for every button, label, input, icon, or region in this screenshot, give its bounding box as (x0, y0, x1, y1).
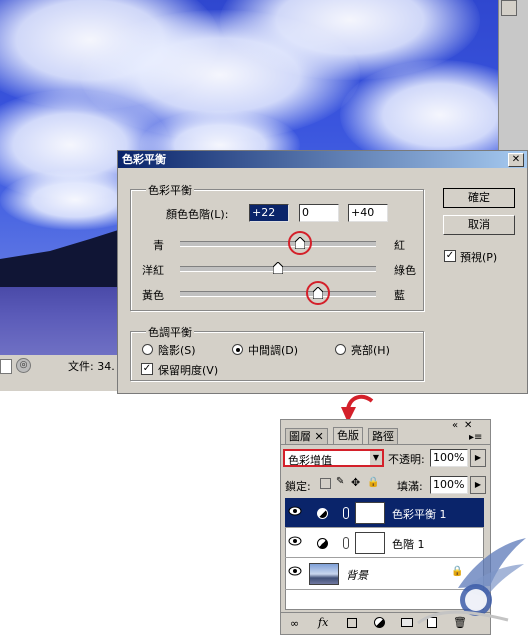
highlights-radio[interactable] (335, 344, 346, 355)
cancel-button[interactable]: 取消 (443, 215, 515, 235)
color-balance-dialog: 色彩平衡 ✕ 色彩平衡 顏色色階(L): +22 0 +40 青 紅 洋紅 綠色… (117, 150, 528, 394)
tab-paths[interactable]: 路徑 (368, 428, 398, 444)
tone-balance-group-label: 色調平衡 (146, 324, 194, 340)
watermark-logo (417, 538, 526, 625)
adjustment-layer-icon (317, 508, 328, 519)
tab-channels[interactable]: 色版 (333, 427, 363, 444)
scroll-thumb[interactable] (501, 0, 517, 16)
slider-magenta-label: 洋紅 (142, 264, 164, 277)
level-cyan-red-field[interactable]: +22 (249, 204, 289, 222)
magenta-green-slider-thumb[interactable] (273, 262, 283, 274)
visibility-eye-icon[interactable] (288, 536, 302, 546)
blend-mode-value: 色彩增值 (288, 454, 332, 467)
level-yellow-blue-field[interactable]: +40 (348, 204, 388, 222)
highlights-label: 亮部(H) (351, 344, 390, 357)
slider-red-label: 紅 (394, 239, 405, 252)
shadows-label: 陰影(S) (158, 344, 196, 357)
level-magenta-green-field[interactable]: 0 (299, 204, 339, 222)
layer-mask-thumbnail[interactable] (355, 502, 385, 524)
lock-position-icon[interactable]: ✥ (351, 476, 360, 489)
status-text: 文件: 34. (68, 360, 115, 373)
preview-label: 預視(P) (460, 251, 498, 264)
tab-layers[interactable]: 圖層 ✕ (285, 428, 328, 444)
mask-icon[interactable] (347, 618, 357, 628)
fill-label: 填滿: (397, 480, 423, 493)
link-icon (343, 507, 349, 519)
panel-collapse-icon[interactable]: « (452, 420, 458, 431)
opacity-field[interactable]: 100% (430, 449, 468, 467)
layer-mask-thumbnail[interactable] (355, 532, 385, 554)
highlight-ring-3 (306, 281, 330, 305)
midtones-radio[interactable] (232, 344, 243, 355)
preserve-luminosity-label: 保留明度(V) (158, 364, 219, 377)
layer-name[interactable]: 色彩平衡 1 (392, 506, 447, 522)
slider-green-label: 綠色 (394, 264, 416, 277)
layer-row-color-balance[interactable]: 色彩平衡 1 (285, 498, 484, 528)
adjustment-layer-icon (317, 538, 328, 549)
layer-thumbnail[interactable] (309, 563, 339, 585)
color-balance-group-label: 色彩平衡 (146, 182, 194, 198)
tab-divider (281, 444, 490, 445)
panel-close-icon[interactable]: ✕ (464, 420, 472, 431)
lock-all-icon[interactable]: 🔒 (367, 477, 379, 488)
chevron-down-icon[interactable]: ▼ (370, 451, 382, 465)
yellow-blue-slider[interactable] (180, 291, 376, 297)
fx-icon[interactable]: fx (318, 616, 328, 629)
adjustment-icon[interactable] (374, 617, 385, 628)
cyan-red-slider[interactable] (180, 241, 376, 247)
fill-field[interactable]: 100% (430, 476, 468, 494)
visibility-eye-icon[interactable] (288, 506, 302, 516)
preview-checkbox[interactable]: ✓ (444, 250, 456, 262)
layer-name[interactable]: 背景 (346, 567, 368, 583)
preserve-luminosity-checkbox[interactable]: ✓ (141, 363, 153, 375)
shadows-radio[interactable] (142, 344, 153, 355)
dialog-title: 色彩平衡 (118, 151, 527, 168)
fill-arrow-icon[interactable]: ▶ (470, 476, 486, 494)
opacity-label: 不透明: (388, 453, 425, 466)
lock-pixels-icon[interactable]: ✎ (336, 476, 344, 487)
highlight-ring-1 (288, 231, 312, 255)
panel-menu-icon[interactable]: ▸≡ (469, 432, 482, 443)
close-icon[interactable]: ✕ (508, 153, 524, 167)
link-icon[interactable]: ∞ (290, 617, 299, 630)
slider-yellow-label: 黃色 (142, 289, 164, 302)
zoom-field[interactable] (0, 359, 12, 374)
link-icon (343, 537, 349, 549)
lock-label: 鎖定: (285, 480, 311, 493)
visibility-eye-icon[interactable] (288, 566, 302, 576)
ok-button[interactable]: 確定 (443, 188, 515, 208)
blend-mode-select[interactable]: 色彩增值 ▼ (283, 449, 384, 467)
status-menu-icon[interactable]: ◎ (16, 358, 31, 373)
lock-transparency-icon[interactable] (320, 478, 331, 489)
opacity-arrow-icon[interactable]: ▶ (470, 449, 486, 467)
slider-cyan-label: 青 (153, 239, 164, 252)
levels-label: 顏色色階(L): (166, 208, 229, 221)
midtones-label: 中間調(D) (248, 344, 299, 357)
slider-blue-label: 藍 (394, 289, 405, 302)
